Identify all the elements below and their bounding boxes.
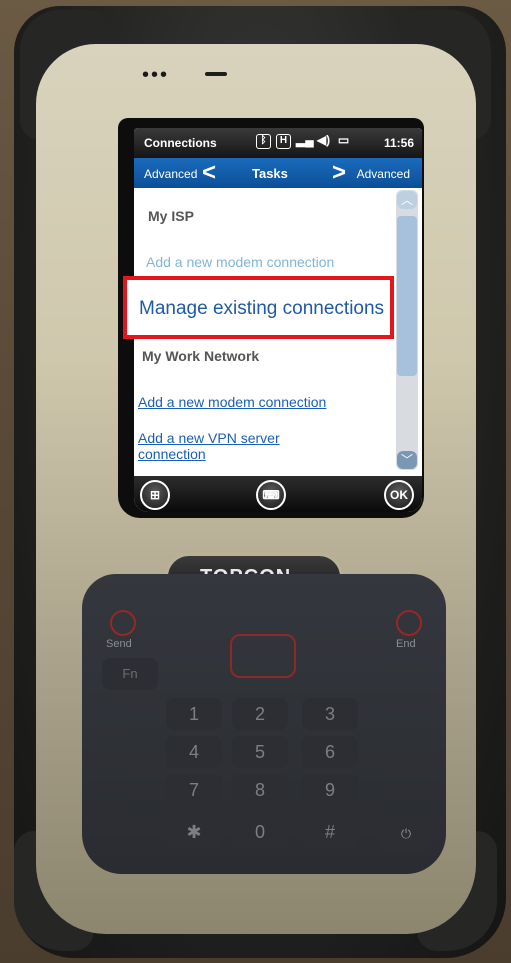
dpad[interactable] [230, 634, 296, 678]
key-4[interactable]: 4 [166, 736, 222, 768]
scroll-thumb[interactable] [397, 216, 417, 376]
window-title: Connections [144, 136, 217, 150]
clock[interactable]: 11:56 [384, 136, 414, 150]
scrollbar[interactable]: ︿ ﹀ [396, 190, 418, 470]
key-5[interactable]: 5 [232, 736, 288, 768]
speaker-grille [205, 72, 227, 76]
end-key-label: End [396, 638, 416, 650]
ok-button[interactable]: OK [384, 480, 414, 510]
scroll-down-icon[interactable]: ﹀ [397, 451, 417, 469]
key-fn[interactable]: Fn [102, 658, 158, 690]
windows-start-icon[interactable]: ⊞ [140, 480, 170, 510]
section-title-my-work-network: My Work Network [142, 348, 260, 364]
key-9[interactable]: 9 [302, 774, 358, 806]
tab-advanced-right[interactable]: Advanced [357, 167, 410, 181]
battery-icon[interactable]: ▭ [336, 134, 351, 149]
key-0[interactable]: 0 [232, 816, 288, 848]
send-key-label: Send [106, 638, 132, 650]
tabs-bar: Advanced < Tasks > Advanced [134, 158, 422, 188]
soft-key-bar: ⊞ ⌨ OK [134, 476, 422, 512]
signal-icon[interactable]: ▂▄ [296, 134, 314, 149]
speaker-dots: ••• [142, 64, 170, 86]
link-add-vpn-line1[interactable]: Add a new VPN server [138, 430, 280, 446]
tab-tasks[interactable]: Tasks [252, 166, 288, 181]
bluetooth-icon[interactable]: ᛒ [256, 134, 271, 149]
key-8[interactable]: 8 [232, 774, 288, 806]
key-2[interactable]: 2 [232, 698, 288, 730]
volume-icon[interactable]: ◀) [316, 134, 331, 149]
link-add-vpn-line2[interactable]: connection [138, 446, 206, 462]
power-icon[interactable]: ⏻ [378, 818, 434, 850]
key-3[interactable]: 3 [302, 698, 358, 730]
key-7[interactable]: 7 [166, 774, 222, 806]
key-1[interactable]: 1 [166, 698, 222, 730]
section-title-my-isp: My ISP [148, 208, 194, 224]
scroll-up-icon[interactable]: ︿ [397, 191, 417, 209]
status-bar: Connections ᛒ H ▂▄ ◀) ▭ 11:56 [134, 128, 422, 158]
manage-existing-connections-link[interactable]: Manage existing connections [139, 298, 384, 320]
key-6[interactable]: 6 [302, 736, 358, 768]
h-connection-icon[interactable]: H [276, 134, 291, 149]
chevron-left-icon[interactable]: < [202, 159, 216, 187]
link-add-modem-work[interactable]: Add a new modem connection [138, 394, 326, 410]
link-add-modem-isp[interactable]: Add a new modem connection [146, 254, 334, 270]
end-key-icon[interactable] [396, 610, 422, 636]
photo: ••• Connections ᛒ H ▂▄ ◀) ▭ 11:56 Advanc… [0, 0, 511, 963]
status-icons: ᛒ H ▂▄ ◀) ▭ [256, 134, 351, 149]
keyboard-icon[interactable]: ⌨ [256, 480, 286, 510]
keypad: Send End Fn 1 2 3 4 5 6 7 8 9 ✱ 0 # ⏻ [82, 574, 446, 874]
key-hash[interactable]: # [302, 816, 358, 848]
key-star[interactable]: ✱ [166, 816, 222, 848]
highlight-box[interactable]: Manage existing connections [123, 276, 394, 339]
tab-advanced-left[interactable]: Advanced [144, 167, 197, 181]
send-key-icon[interactable] [110, 610, 136, 636]
chevron-right-icon[interactable]: > [332, 159, 346, 187]
